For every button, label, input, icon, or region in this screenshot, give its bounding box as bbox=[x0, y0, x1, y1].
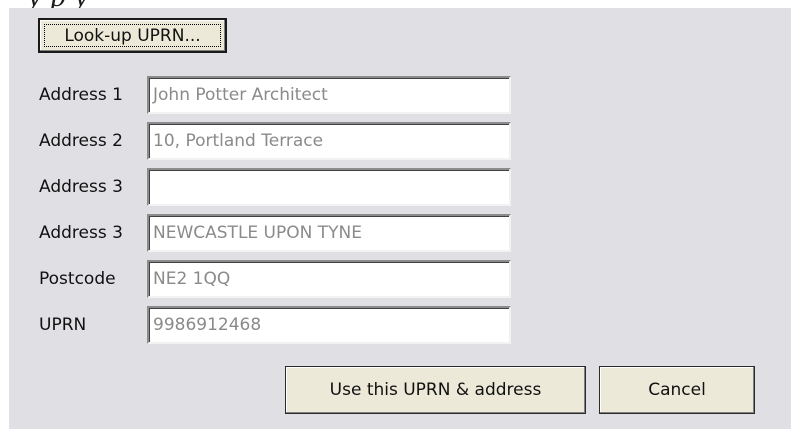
address-4-field[interactable]: NEWCASTLE UPON TYNE bbox=[147, 214, 511, 252]
postcode-value: NE2 1QQ bbox=[153, 269, 231, 289]
uprn-value: 9986912468 bbox=[153, 315, 262, 335]
address-2-field[interactable]: 10, Portland Terrace bbox=[147, 122, 511, 160]
address-1-value: John Potter Architect bbox=[153, 85, 328, 105]
address-1-label: Address 1 bbox=[39, 85, 123, 105]
address-3-label: Address 3 bbox=[39, 177, 123, 197]
page: y p y Look-up UPRN... Address 1 John Pot… bbox=[0, 0, 791, 429]
cancel-button-label: Cancel bbox=[648, 380, 706, 400]
lookup-uprn-button[interactable]: Look-up UPRN... bbox=[38, 18, 227, 53]
use-uprn-address-button[interactable]: Use this UPRN & address bbox=[285, 366, 586, 414]
address-4-value: NEWCASTLE UPON TYNE bbox=[153, 223, 362, 243]
address-2-label: Address 2 bbox=[39, 131, 123, 151]
uprn-label: UPRN bbox=[39, 315, 87, 335]
address-3-field[interactable] bbox=[147, 168, 511, 206]
address-1-field[interactable]: John Potter Architect bbox=[147, 76, 511, 114]
postcode-label: Postcode bbox=[39, 269, 116, 289]
uprn-lookup-dialog: Look-up UPRN... Address 1 John Potter Ar… bbox=[9, 8, 791, 429]
postcode-field[interactable]: NE2 1QQ bbox=[147, 260, 511, 298]
lookup-uprn-button-label: Look-up UPRN... bbox=[64, 25, 201, 46]
use-uprn-address-button-label: Use this UPRN & address bbox=[329, 380, 542, 400]
uprn-field[interactable]: 9986912468 bbox=[147, 306, 511, 344]
address-2-value: 10, Portland Terrace bbox=[153, 131, 324, 151]
cancel-button[interactable]: Cancel bbox=[599, 366, 755, 414]
address-4-label: Address 3 bbox=[39, 223, 123, 243]
